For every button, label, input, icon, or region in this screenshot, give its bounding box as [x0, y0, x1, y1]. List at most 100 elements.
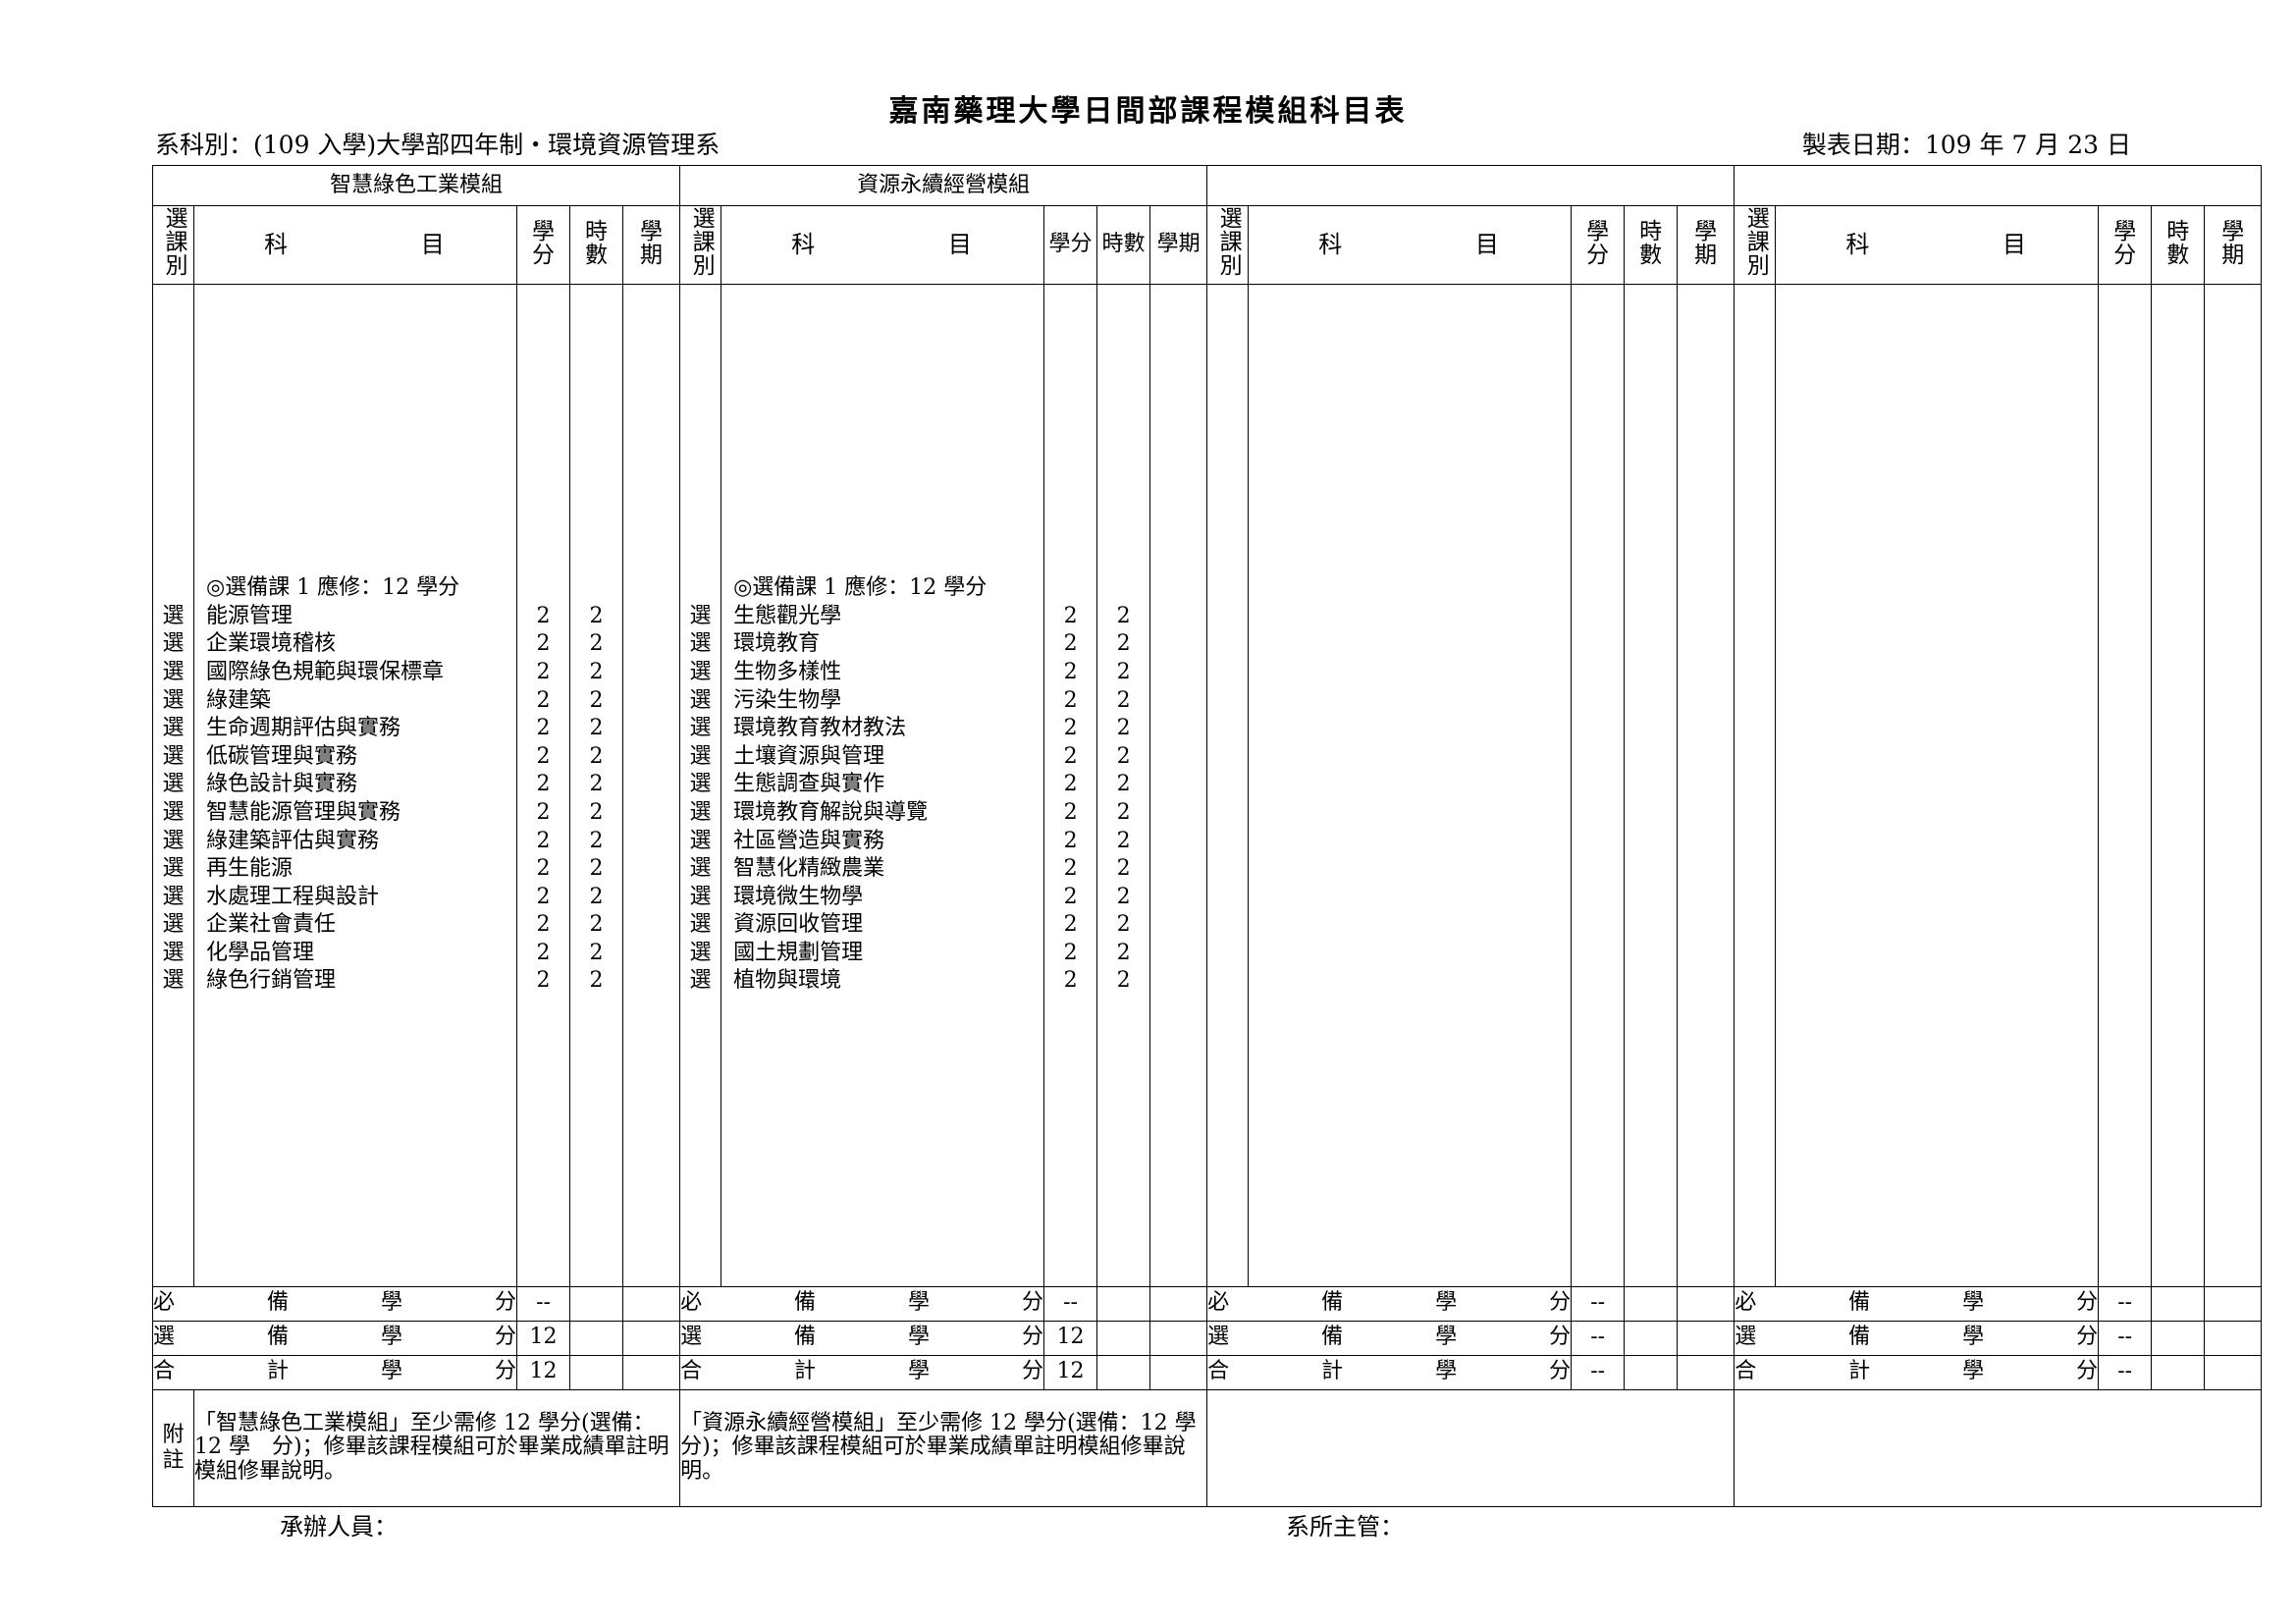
summary-label-total-3: 合計學分: [1206, 1354, 1573, 1390]
course-credits: 2: [1063, 687, 1078, 713]
course-hours: 2: [1116, 856, 1131, 882]
summary-label-elective-4: 選備學分: [1734, 1320, 2100, 1356]
course-credits: 2: [1063, 631, 1078, 657]
course-name: 社區營造與實務: [733, 828, 885, 853]
course-kind: 選: [689, 687, 712, 713]
col-header-hours: 時數: [2151, 205, 2206, 285]
course-semester: [1150, 630, 1206, 659]
course-hours: 2: [1116, 603, 1131, 628]
summary-label-required-2: 必備學分: [679, 1285, 1045, 1322]
summary-filler-b-1: [621, 1354, 681, 1390]
course-semester: [1150, 659, 1206, 687]
course-kind: 選: [162, 884, 185, 909]
curriculum-table: 智慧綠色工業模組 資源永續經營模組 選課別科 目學分時數學期選課別科 目學分 時數 學期…: [151, 165, 2263, 1507]
summary-filler-b-1: [621, 1320, 681, 1356]
note-body-3: [1206, 1388, 1735, 1507]
course-semester: [1150, 884, 1206, 912]
course-kind: 選: [162, 856, 185, 882]
course-credits: 2: [536, 968, 551, 994]
course-kind: 選: [689, 828, 712, 853]
course-kind: 選: [689, 631, 712, 657]
summary-filler-b-3: [1677, 1285, 1735, 1322]
course-semester: [1150, 828, 1206, 856]
semester-column-2: [1149, 283, 1208, 1287]
course-semester: [623, 603, 679, 631]
course-name: 企業社會責任: [206, 912, 337, 938]
course-hours: 2: [1116, 659, 1131, 684]
note-body-4: [1734, 1388, 2263, 1507]
module-title-row: 智慧綠色工業模組 資源永續經營模組: [151, 165, 2263, 206]
col-header-credits: 學分: [2098, 205, 2153, 285]
hours-column-3: [1624, 283, 1679, 1287]
summary-label-elective-1: 選備學分: [152, 1320, 517, 1356]
course-name: 綠色行銷管理: [206, 968, 337, 994]
course-name: 環境微生物學: [733, 884, 864, 909]
course-hours: 2: [589, 884, 604, 909]
course-credits: 2: [536, 603, 551, 628]
course-name: 國際綠色規範與環保標章: [206, 659, 445, 684]
summary-value-required-3: --: [1571, 1285, 1626, 1322]
course-name: 綠建築: [206, 687, 272, 713]
course-credits: 2: [536, 743, 551, 769]
course-semester: [623, 884, 679, 912]
course-semester: [623, 940, 679, 968]
note-label: 附註: [152, 1388, 194, 1507]
semester-column-1: [621, 283, 681, 1287]
group-note: ◎選備課 1 應修：12 學分: [206, 575, 460, 601]
course-kind: 選: [162, 940, 185, 965]
col-header-subject: 科 目: [1248, 205, 1573, 285]
course-name: 生態調查與實作: [733, 772, 885, 797]
signature-row: 承辦人員： 系所主管：: [152, 1507, 2180, 1546]
summary-filler-b-3: [1677, 1354, 1735, 1390]
course-semester: [1150, 940, 1206, 968]
course-semester: [623, 743, 679, 772]
course-hours: 2: [589, 968, 604, 994]
note-row: 附註「智慧綠色工業模組」至少需修 12 學分(選備：12 學 分)；修畢該課程模…: [152, 1388, 2263, 1507]
course-credits: 2: [1063, 603, 1078, 628]
summary-filler-a-1: [569, 1285, 623, 1322]
summary-label-required-4: 必備學分: [1734, 1285, 2100, 1322]
course-name: 智慧化精緻農業: [733, 856, 885, 882]
course-credits: 2: [1063, 912, 1078, 938]
subject-column-3: [1248, 283, 1573, 1287]
course-credits: 2: [536, 716, 551, 741]
course-semester: [1150, 911, 1206, 940]
summary-filler-b-4: [2204, 1354, 2263, 1390]
summary-filler-b-2: [1149, 1354, 1208, 1390]
summary-row-elective: 選備學分 12 選備學分 12 選備學分 -- 選備學分 --: [152, 1320, 2263, 1356]
course-semester: [1150, 967, 1206, 996]
course-hours: 2: [589, 940, 604, 965]
course-kind: 選: [689, 743, 712, 769]
course-name: 環境教育: [733, 631, 821, 657]
col-header-credits: 學分: [1043, 205, 1098, 285]
course-kind: 選: [162, 631, 185, 657]
col-header-hours: 時數: [1096, 205, 1151, 285]
credits-column-1: 22222222222222: [516, 283, 570, 1287]
summary-filler-a-2: [1096, 1320, 1151, 1356]
summary-value-elective-2: 12: [1043, 1320, 1098, 1356]
course-semester: [1150, 799, 1206, 828]
course-credits: 2: [1063, 743, 1078, 769]
course-hours: 2: [589, 772, 604, 797]
course-name: 生態觀光學: [733, 603, 842, 628]
summary-label-total-1: 合計學分: [152, 1354, 517, 1390]
summary-value-elective-4: --: [2098, 1320, 2153, 1356]
credits-column-3: [1571, 283, 1626, 1287]
course-credits: 2: [536, 856, 551, 882]
course-semester: [1150, 687, 1206, 716]
module-title-3: [1206, 165, 1735, 206]
course-kind: 選: [689, 912, 712, 938]
summary-row-total: 合計學分 12 合計學分 12 合計學分 -- 合計學分 --: [152, 1354, 2263, 1390]
col-header-kind: 選課別: [679, 205, 722, 285]
course-credits: 2: [536, 912, 551, 938]
semester-column-3: [1677, 283, 1735, 1287]
summary-filler-b-3: [1677, 1320, 1735, 1356]
course-credits: 2: [1063, 856, 1078, 882]
print-date: 製表日期：109 年 7 月 23 日: [1801, 131, 2131, 159]
col-header-semester: 學期: [2204, 205, 2263, 285]
kind-column-1: 選選選選選選選選選選選選選選: [152, 283, 194, 1287]
col-header-kind: 選課別: [152, 205, 194, 285]
credits-column-4: [2098, 283, 2153, 1287]
course-credits: 2: [536, 772, 551, 797]
course-semester: [623, 967, 679, 996]
